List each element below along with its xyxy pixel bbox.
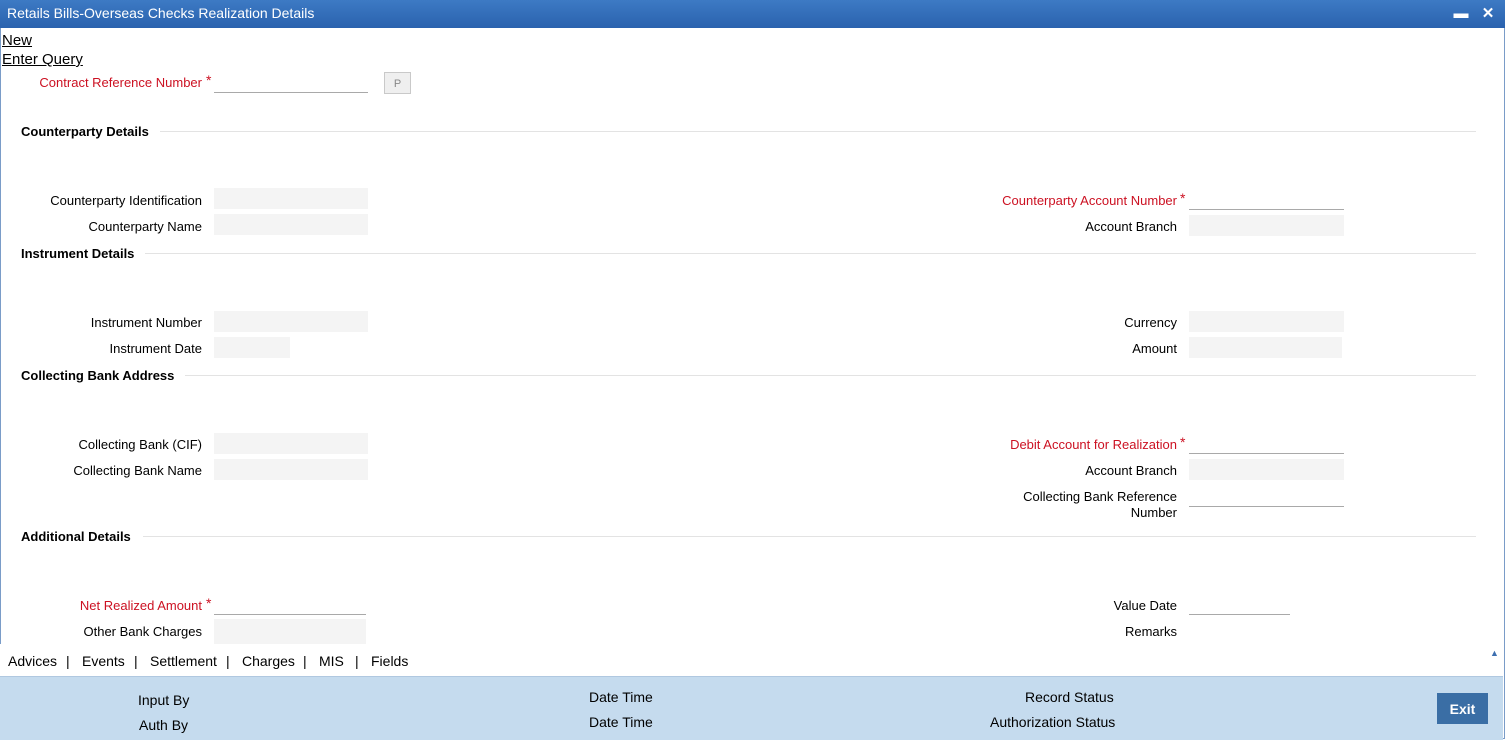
other-bank-charges-input[interactable]	[214, 619, 366, 644]
cp-name-label: Counterparty Name	[88, 219, 202, 234]
cp-identification-input[interactable]	[214, 188, 368, 209]
value-date-label: Value Date	[1113, 598, 1177, 613]
instrument-date-input[interactable]	[214, 337, 290, 358]
tab-mis[interactable]: MIS	[319, 653, 344, 669]
input-by-label: Input By	[138, 692, 190, 708]
collecting-bank-name-label: Collecting Bank Name	[73, 463, 202, 478]
debit-account-branch-input[interactable]	[1189, 459, 1344, 480]
collecting-bank-cif-input[interactable]	[214, 433, 368, 454]
collecting-bank-name-input[interactable]	[214, 459, 368, 480]
instrument-date-label: Instrument Date	[109, 341, 203, 356]
cp-account-branch-input[interactable]	[1189, 215, 1344, 236]
section-counterparty-details: Counterparty Details	[21, 124, 149, 139]
amount-input[interactable]	[1189, 337, 1342, 358]
collecting-bank-ref-label: Collecting Bank Reference Number	[900, 489, 1177, 521]
section-instrument-details: Instrument Details	[21, 246, 135, 261]
required-marker: *	[206, 595, 212, 611]
new-link[interactable]: New	[2, 32, 32, 49]
exit-button[interactable]: Exit	[1437, 693, 1488, 724]
collecting-bank-ref-input[interactable]	[1189, 486, 1344, 507]
contract-ref-label: Contract Reference Number	[39, 75, 202, 90]
net-realized-amount-input[interactable]	[214, 594, 366, 615]
instrument-number-input[interactable]	[214, 311, 368, 332]
window-title: Retails Bills-Overseas Checks Realizatio…	[7, 5, 315, 21]
cp-account-branch-label: Account Branch	[1085, 219, 1177, 234]
window-title-bar: Retails Bills-Overseas Checks Realizatio…	[0, 0, 1505, 28]
debit-account-label: Debit Account for Realization	[1010, 437, 1177, 452]
debit-account-input[interactable]	[1189, 433, 1344, 454]
section-divider	[145, 253, 1476, 254]
instrument-number-label: Instrument Number	[90, 315, 202, 330]
currency-label: Currency	[1124, 315, 1177, 330]
net-realized-amount-label: Net Realized Amount	[79, 598, 202, 613]
auth-by-label: Auth By	[139, 717, 189, 733]
tab-separator: |	[355, 653, 359, 669]
section-divider	[143, 536, 1476, 537]
tab-separator: |	[226, 653, 230, 669]
section-collecting-bank-address: Collecting Bank Address	[21, 368, 175, 383]
tab-separator: |	[66, 653, 70, 669]
section-divider	[160, 131, 1476, 132]
contract-ref-input[interactable]	[214, 72, 368, 93]
cp-name-input[interactable]	[214, 214, 368, 235]
authorization-status-label: Authorization Status	[990, 714, 1116, 730]
tab-events[interactable]: Events	[82, 653, 125, 669]
scroll-up-icon[interactable]: ▲	[1490, 648, 1499, 658]
tab-separator: |	[134, 653, 138, 669]
cp-account-number-input[interactable]	[1189, 189, 1344, 210]
cp-account-number-label: Counterparty Account Number	[1002, 193, 1177, 208]
required-marker: *	[206, 72, 212, 88]
minimize-icon[interactable]: ▬	[1451, 4, 1471, 24]
other-bank-charges-label: Other Bank Charges	[83, 624, 202, 639]
section-divider	[185, 375, 1476, 376]
debit-account-branch-label: Account Branch	[1085, 463, 1177, 478]
value-date-input[interactable]	[1189, 594, 1290, 615]
collecting-bank-ref-label-line2: Number	[1130, 505, 1177, 520]
auth-date-time-label: Date Time	[589, 714, 653, 730]
currency-input[interactable]	[1189, 311, 1344, 332]
tab-settlement[interactable]: Settlement	[150, 653, 217, 669]
p-button[interactable]: P	[384, 72, 411, 94]
record-status-label: Record Status	[1025, 689, 1114, 705]
amount-label: Amount	[1132, 341, 1177, 356]
required-marker: *	[1180, 434, 1186, 450]
tab-advices[interactable]: Advices	[8, 653, 57, 669]
tab-fields[interactable]: Fields	[371, 653, 408, 669]
required-marker: *	[1180, 190, 1186, 206]
enter-query-link[interactable]: Enter Query	[2, 51, 83, 68]
tab-separator: |	[303, 653, 307, 669]
collecting-bank-cif-label: Collecting Bank (CIF)	[78, 437, 202, 452]
tab-charges[interactable]: Charges	[242, 653, 295, 669]
date-time-label: Date Time	[589, 689, 653, 705]
section-additional-details: Additional Details	[21, 529, 131, 544]
remarks-label: Remarks	[1124, 624, 1177, 639]
collecting-bank-ref-label-line1: Collecting Bank Reference	[1023, 489, 1177, 504]
sub-screen-tabs: Advices | Events | Settlement | Charges …	[0, 644, 1503, 676]
close-icon[interactable]: ✕	[1478, 4, 1498, 24]
audit-footer: Input By Auth By Date Time Date Time Rec…	[0, 676, 1503, 740]
cp-identification-label: Counterparty Identification	[50, 193, 202, 208]
